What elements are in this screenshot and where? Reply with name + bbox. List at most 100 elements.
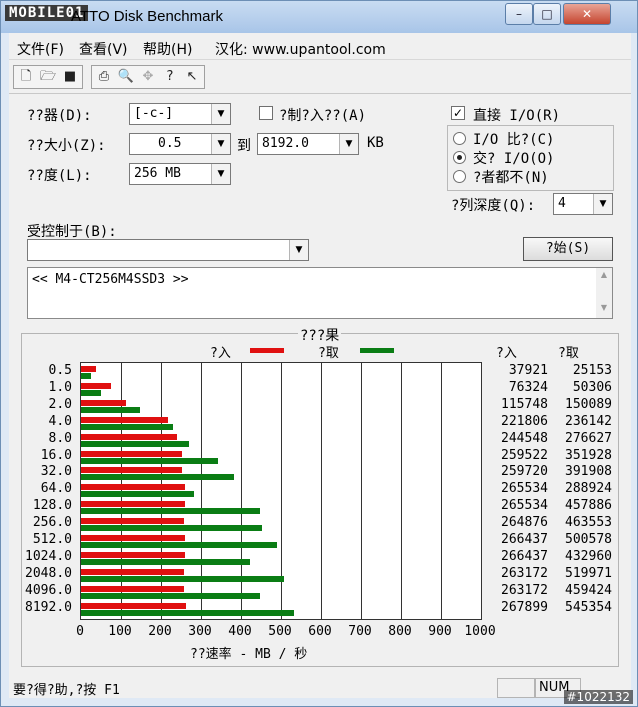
transfer-size-label: 1.0 xyxy=(48,379,72,395)
read-bar xyxy=(81,457,219,464)
scroll-up-icon[interactable]: ▲ xyxy=(596,270,612,279)
write-value: 76324 xyxy=(508,379,548,395)
menu-help[interactable]: 帮助(H) xyxy=(143,39,192,59)
write-value: 266437 xyxy=(501,532,548,547)
read-bar xyxy=(81,575,285,582)
chevron-down-icon[interactable]: ▼ xyxy=(289,240,308,260)
radio-io-compare[interactable] xyxy=(453,132,466,145)
transfer-to-select[interactable]: 8192.0 ▼ xyxy=(257,133,359,155)
unit-label: KB xyxy=(367,135,384,151)
read-value: 288924 xyxy=(565,481,612,497)
radio-neither[interactable] xyxy=(453,170,466,183)
force-write-label: ?制?入??(A) xyxy=(279,108,367,124)
controlled-by-label: 受控制于(B): xyxy=(27,224,117,240)
controlled-by-select[interactable]: ▼ xyxy=(27,239,309,261)
transfer-size-label: 32.0 xyxy=(40,464,72,480)
context-help-icon[interactable]: ↖ xyxy=(182,67,202,87)
transfer-size-label: 256.0 xyxy=(32,515,72,531)
chevron-down-icon[interactable]: ▼ xyxy=(211,164,230,184)
print-icon[interactable]: ⎙ xyxy=(94,67,114,87)
read-bar xyxy=(81,508,260,515)
grid-line xyxy=(441,363,442,619)
transfer-size-label: 2.0 xyxy=(48,396,72,412)
menu-file[interactable]: 文件(F) xyxy=(17,39,64,59)
transfer-size-label: 2048.0 xyxy=(25,565,72,581)
total-length-select[interactable]: 256 MB ▼ xyxy=(129,163,231,185)
status-bar: 要?得?助,?按 F1 NUM xyxy=(9,677,631,698)
write-bar xyxy=(81,484,185,491)
start-button[interactable]: ?始(S) xyxy=(523,237,613,261)
read-value: 351928 xyxy=(565,447,612,463)
direct-io-checkbox[interactable]: ✓ xyxy=(451,106,465,120)
write-value: 259720 xyxy=(501,464,548,480)
read-bar xyxy=(81,542,277,548)
close-button[interactable]: ✕ xyxy=(563,3,611,25)
legend-write-label: ?入 xyxy=(210,346,231,361)
minimize-button[interactable]: – xyxy=(505,3,533,25)
write-bar xyxy=(81,568,184,575)
read-value: 457886 xyxy=(565,498,612,514)
write-bar xyxy=(81,433,177,440)
scrollbar[interactable]: ▲ ▼ xyxy=(596,268,612,318)
new-icon[interactable]: 🗋 xyxy=(16,67,36,87)
to-label: 到 xyxy=(237,138,251,154)
total-length-label: ??度(L): xyxy=(27,168,92,184)
transfer-size-label: 512.0 xyxy=(32,532,72,547)
title-bar[interactable]: MOBILE01 ATTO Disk Benchmark – □ ✕ xyxy=(1,1,637,33)
write-value: 264876 xyxy=(501,515,548,531)
x-tick-label: 700 xyxy=(348,624,372,639)
write-value: 266437 xyxy=(501,548,548,564)
write-value: 263172 xyxy=(501,582,548,598)
open-folder-icon[interactable]: 🗁 xyxy=(38,67,58,87)
write-bar xyxy=(81,416,168,423)
print-preview-icon[interactable]: 🔍 xyxy=(116,67,136,87)
read-value: 432960 xyxy=(565,548,612,564)
chevron-down-icon[interactable]: ▼ xyxy=(211,134,230,154)
drive-select[interactable]: [-c-] ▼ xyxy=(129,103,231,125)
maximize-button[interactable]: □ xyxy=(533,3,561,25)
write-bar xyxy=(81,467,183,474)
read-bar xyxy=(81,440,190,447)
write-bar xyxy=(81,585,184,592)
menu-view[interactable]: 查看(V) xyxy=(79,39,128,59)
app-window: MOBILE01 ATTO Disk Benchmark – □ ✕ 文件(F)… xyxy=(0,0,638,707)
transfer-from-select[interactable]: 0.5 ▼ xyxy=(129,133,231,155)
x-tick-label: 1000 xyxy=(464,624,496,639)
transfer-size-label: 1024.0 xyxy=(25,548,72,564)
write-value: 37921 xyxy=(508,363,548,378)
menu-localization[interactable]: 汉化: www.upantool.com xyxy=(215,39,386,59)
description-textarea[interactable]: << M4-CT256M4SSD3 >> ▲ ▼ xyxy=(27,267,613,319)
save-icon[interactable]: ■ xyxy=(60,67,80,87)
write-bar xyxy=(81,382,111,389)
read-value: 150089 xyxy=(565,396,612,412)
drive-label: ??器(D): xyxy=(27,108,92,124)
move-icon[interactable]: ✥ xyxy=(138,67,158,87)
transfer-size-label: 4.0 xyxy=(48,413,72,429)
direct-io-label: 直接 I/O(R) xyxy=(473,108,561,124)
status-text: 要?得?助,?按 F1 xyxy=(13,683,120,698)
x-axis-label: ??速率 - MB / 秒 xyxy=(190,647,308,662)
help-icon[interactable]: ? xyxy=(160,67,180,87)
x-tick-label: 300 xyxy=(188,624,212,639)
read-bar xyxy=(81,406,140,413)
x-tick-label: 800 xyxy=(388,624,412,639)
queue-depth-label: ?列深度(Q): xyxy=(451,198,536,214)
chevron-down-icon[interactable]: ▼ xyxy=(339,134,358,154)
chevron-down-icon[interactable]: ▼ xyxy=(593,194,612,214)
legend-read-label: ?取 xyxy=(318,346,339,361)
watermark: #1022132 xyxy=(563,690,633,704)
radio-overlapped-io[interactable] xyxy=(453,151,466,164)
queue-depth-select[interactable]: 4 ▼ xyxy=(553,193,613,215)
legend-write-swatch xyxy=(250,348,284,353)
write-bar xyxy=(81,518,185,525)
force-write-checkbox[interactable] xyxy=(259,106,273,120)
x-tick-label: 200 xyxy=(148,624,172,639)
transfer-size-label: 16.0 xyxy=(40,447,72,463)
read-value: 236142 xyxy=(565,413,612,429)
col-write-header: ?入 xyxy=(496,346,517,361)
chevron-down-icon[interactable]: ▼ xyxy=(211,104,230,124)
read-value: 545354 xyxy=(565,599,612,615)
scroll-down-icon[interactable]: ▼ xyxy=(596,303,612,312)
write-value: 115748 xyxy=(501,396,548,412)
read-value: 519971 xyxy=(565,565,612,581)
